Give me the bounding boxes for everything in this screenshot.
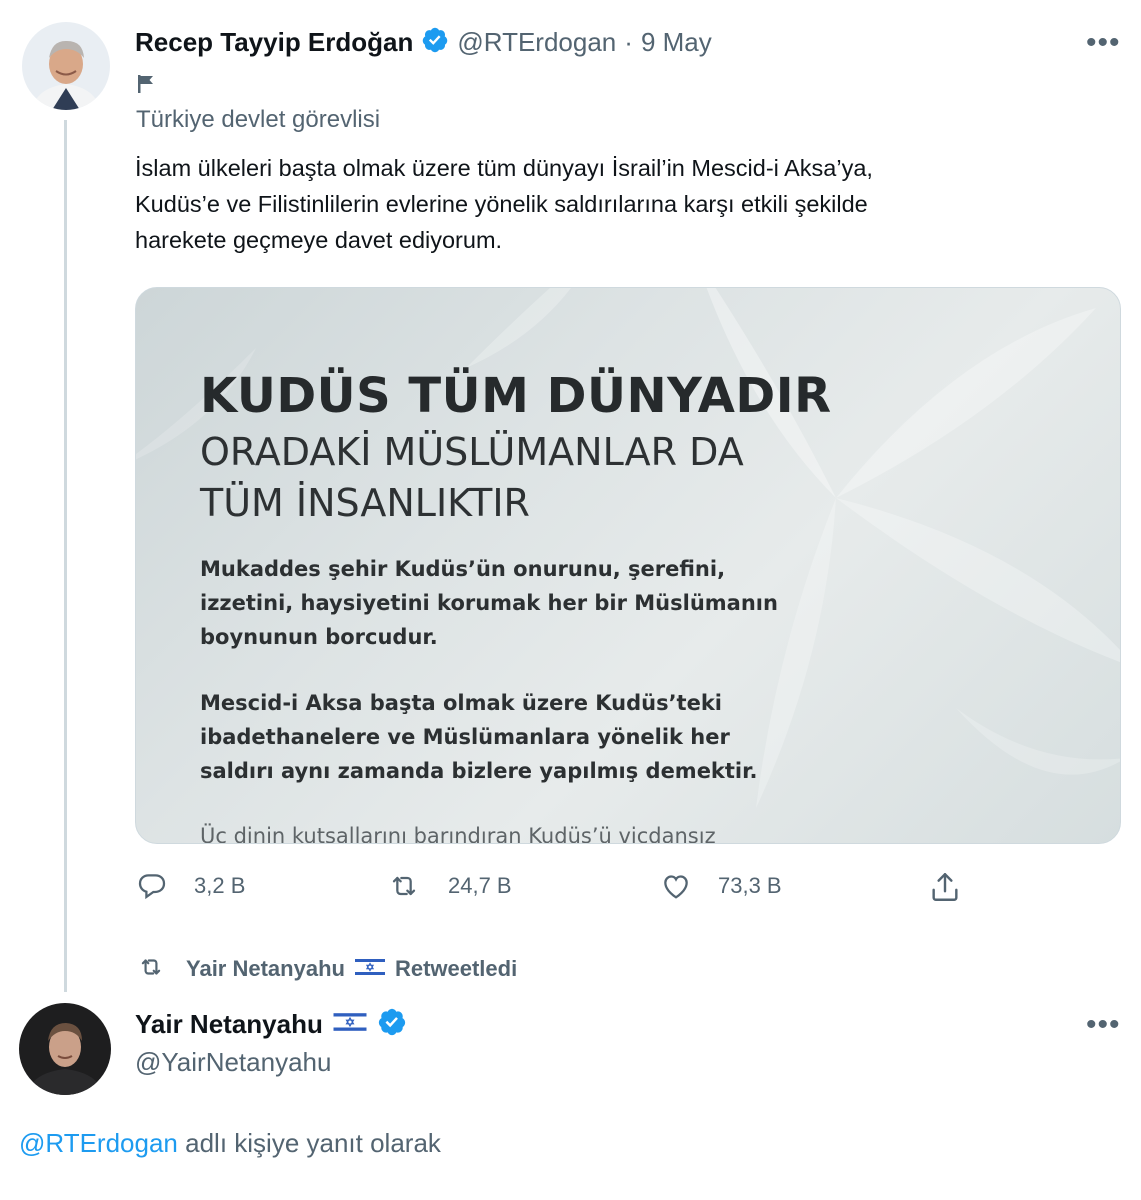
retweet-count: 24,7 B [448, 873, 512, 898]
tweet-text-line: İslam ülkeleri başta olmak üzere tüm dün… [135, 155, 873, 181]
israel-flag-icon [354, 956, 385, 982]
like-button[interactable]: 73,3 B [660, 870, 782, 902]
verified-badge-icon [421, 26, 449, 59]
more-options-icon[interactable]: ••• [1086, 28, 1121, 58]
tweet-text-line: Kudüs’e ve Filistinlilerin evlerine yöne… [135, 191, 868, 217]
yair-avatar[interactable] [19, 1003, 111, 1095]
retweeter-name[interactable]: Yair Netanyahu [186, 956, 345, 982]
tweet1-text: İslam ülkeleri başta olmak üzere tüm dün… [135, 150, 873, 258]
reply-to-suffix: adlı kişiye yanıt olarak [185, 1128, 441, 1158]
replying-to: @RTErdogan adlı kişiye yanıt olarak [19, 1128, 441, 1159]
share-icon [928, 870, 962, 904]
reply-to-link[interactable]: @RTErdogan [19, 1128, 178, 1158]
retweet-banner: Yair Netanyahu Retweetledi [136, 954, 517, 984]
retweet-icon [386, 870, 422, 902]
image-paragraph: Mukaddes şehir Kudüs’ün onurunu, şerefin… [200, 552, 778, 654]
retweet-button[interactable]: 24,7 B [386, 870, 512, 902]
tweet1-header: Recep Tayyip Erdoğan @RTErdogan · 9 May [135, 24, 712, 60]
tweet2-header: Yair Netanyahu [135, 1006, 407, 1042]
separator-dot: · [624, 26, 633, 57]
tweet-image[interactable]: KUDÜS TÜM DÜNYADIR ORADAKİ MÜSLÜMANLAR D… [135, 287, 1121, 844]
retweet-small-icon [136, 954, 166, 985]
thread-line [64, 120, 67, 992]
image-paragraph-line: izzetini, haysiyetini korumak her bir Mü… [200, 591, 778, 615]
image-title: KUDÜS TÜM DÜNYADIR [200, 368, 832, 424]
tweet-date[interactable]: 9 May [641, 27, 712, 58]
reply-icon [136, 870, 168, 902]
erdogan-handle[interactable]: @RTErdogan [457, 27, 616, 58]
image-subtitle-line: TÜM İNSANLIKTIR [200, 481, 530, 525]
yair-name[interactable]: Yair Netanyahu [135, 1009, 323, 1040]
image-paragraph-line: boynunun borcudur. [200, 625, 438, 649]
image-subtitle-line: ORADAKİ MÜSLÜMANLAR DA [200, 430, 744, 474]
heart-icon [660, 870, 692, 902]
image-cut-line: Üç dinin kutsallarını barındıran Kudüs’ü… [200, 824, 716, 844]
image-paragraph-line: Mescid-i Aksa başta olmak üzere Kudüs’te… [200, 691, 723, 715]
image-paragraph-line: Mukaddes şehir Kudüs’ün onurunu, şerefin… [200, 557, 726, 581]
more-options-icon[interactable]: ••• [1086, 1010, 1121, 1040]
yair-handle[interactable]: @YairNetanyahu [135, 1047, 331, 1078]
share-button[interactable] [928, 870, 962, 904]
government-label: Türkiye devlet görevlisi [136, 106, 381, 133]
image-paragraph-line: ibadethanelere ve Müslümanlara yönelik h… [200, 725, 730, 749]
tweet-text-line: harekete geçmeye davet ediyorum. [135, 227, 503, 253]
flag-icon [136, 74, 156, 99]
erdogan-avatar[interactable] [22, 22, 110, 110]
verified-badge-icon [377, 1007, 407, 1042]
image-paragraph: Mescid-i Aksa başta olmak üzere Kudüs’te… [200, 686, 757, 788]
like-count: 73,3 B [718, 873, 782, 898]
image-paragraph-line: saldırı aynı zamanda bizlere yapılmış de… [200, 759, 758, 783]
erdogan-name[interactable]: Recep Tayyip Erdoğan [135, 27, 413, 58]
reply-count: 3,2 B [194, 873, 246, 898]
reply-button[interactable]: 3,2 B [136, 870, 245, 902]
retweeted-label: Retweetledi [394, 956, 518, 981]
israel-flag-icon [333, 1010, 367, 1038]
